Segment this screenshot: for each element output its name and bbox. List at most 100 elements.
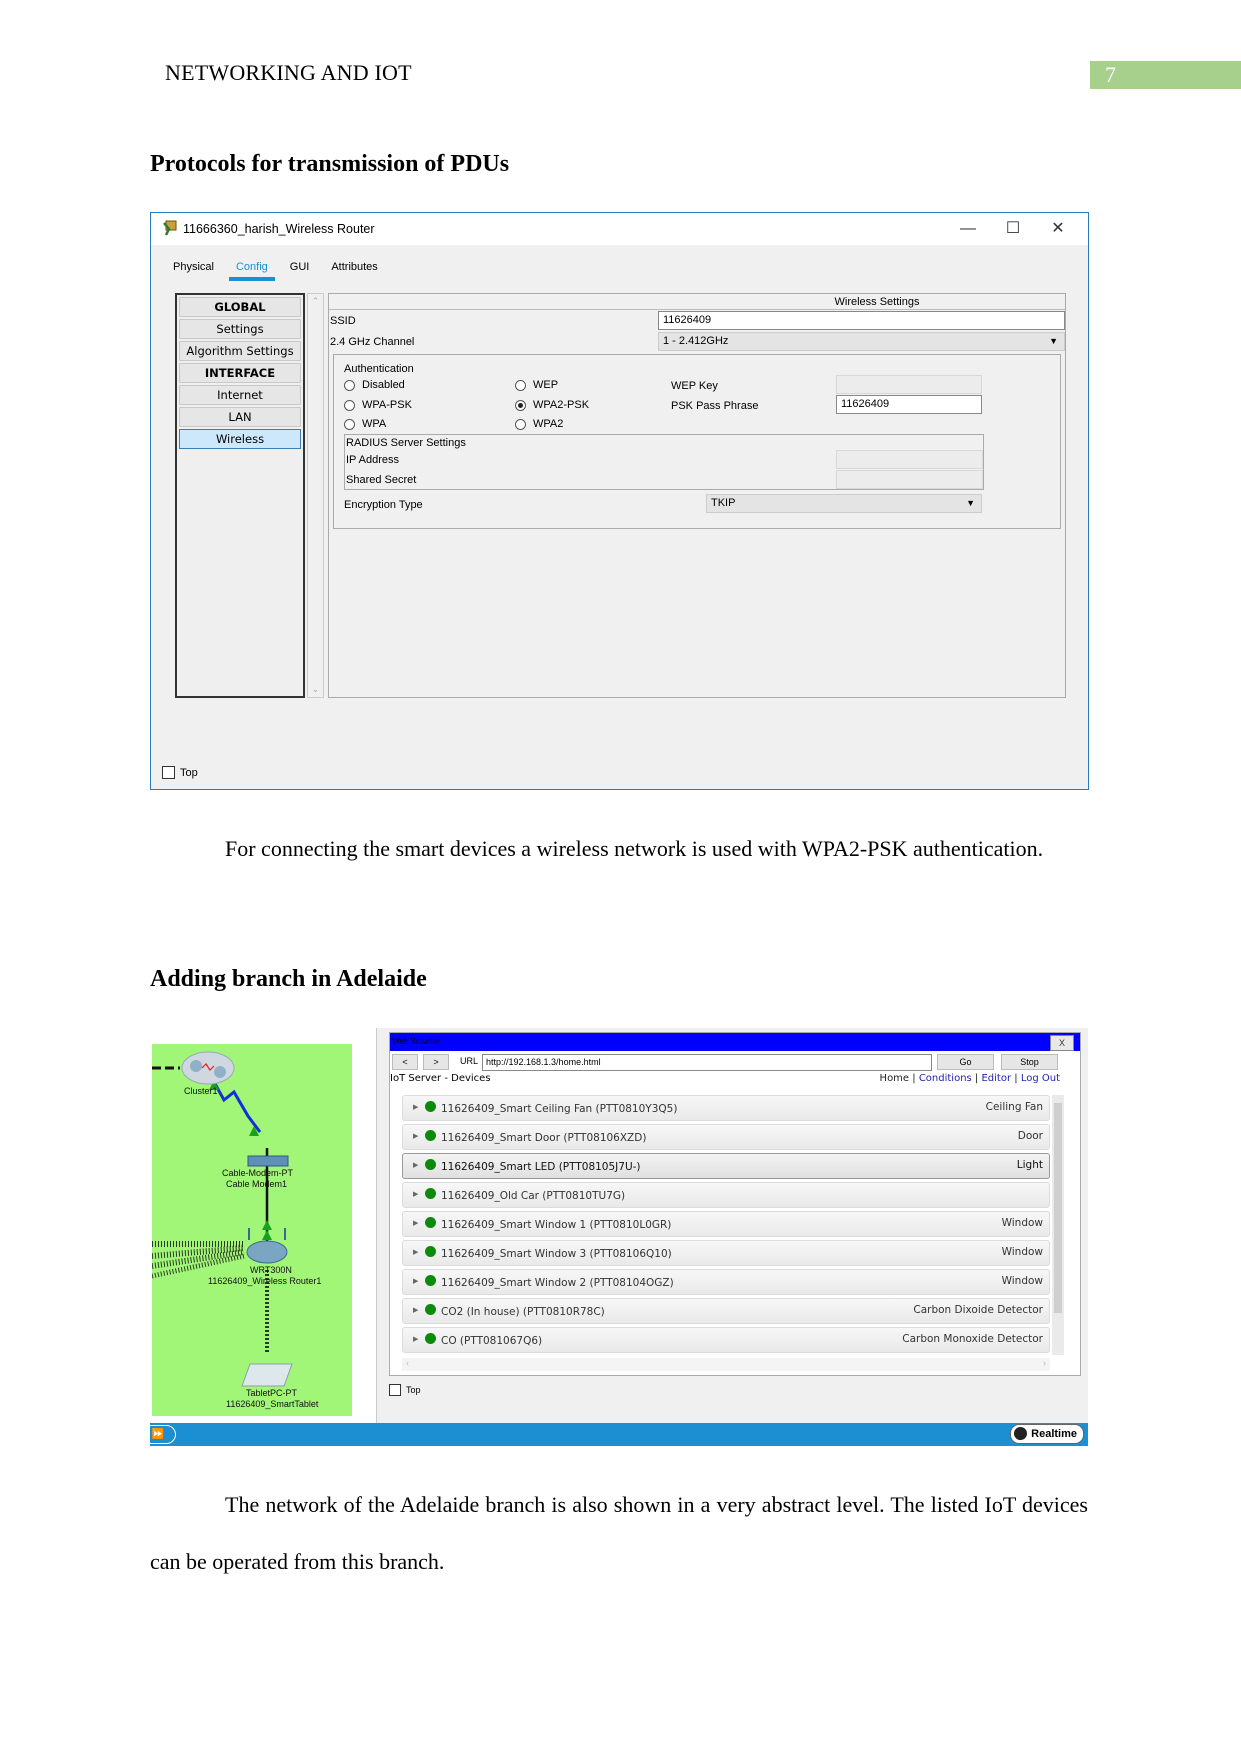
device-name: 11626409_Old Car (PTT0810TU7G)	[441, 1190, 626, 1202]
radio-disabled[interactable]: Disabled	[344, 379, 405, 391]
link-up-icon	[262, 1220, 272, 1230]
tablet-browser-window: Web Browser X < > URL http://192.168.1.3…	[376, 1028, 1088, 1423]
ip-address-input[interactable]	[836, 450, 983, 469]
radio-wpa2[interactable]: WPA2	[515, 418, 563, 430]
expand-arrow-icon[interactable]: ▶	[413, 1190, 418, 1198]
fast-forward-button[interactable]: ⏩	[150, 1425, 176, 1444]
realtime-label: Realtime	[1031, 1428, 1077, 1440]
status-indicator-icon	[425, 1130, 436, 1141]
tablet-sublabel: 11626409_SmartTablet	[226, 1399, 319, 1409]
status-indicator-icon	[425, 1304, 436, 1315]
tab-gui[interactable]: GUI	[279, 253, 321, 281]
device-list-scrollbar[interactable]	[1052, 1095, 1064, 1355]
horizontal-scrollbar[interactable]: ‹ ›	[402, 1358, 1050, 1371]
device-name: 11626409_Smart LED (PTT08105J7U-)	[441, 1161, 641, 1173]
ssid-label: SSID	[330, 315, 356, 327]
forward-button[interactable]: >	[423, 1054, 449, 1070]
realtime-mode-button[interactable]: Realtime	[1010, 1424, 1084, 1444]
nav-item-wireless[interactable]: Wireless	[179, 429, 301, 449]
browser-close-button[interactable]: X	[1050, 1035, 1074, 1051]
router-app-icon	[163, 220, 177, 236]
encryption-type-select[interactable]: TKIP ▼	[706, 494, 982, 513]
device-row[interactable]: ▶ 11626409_Smart LED (PTT08105J7U-) Light	[402, 1153, 1050, 1179]
tab-physical[interactable]: Physical	[162, 253, 225, 281]
nav-editor[interactable]: Editor	[981, 1073, 1011, 1084]
device-type: Carbon Dixoide Detector	[913, 1304, 1043, 1316]
expand-arrow-icon[interactable]: ▶	[413, 1161, 418, 1169]
checkbox-icon[interactable]	[162, 766, 175, 779]
wireless-link	[152, 1253, 245, 1279]
radio-wep[interactable]: WEP	[515, 379, 558, 391]
psk-label: PSK Pass Phrase	[671, 400, 759, 412]
checkbox-icon[interactable]	[389, 1384, 401, 1396]
ssid-input[interactable]: 11626409	[658, 311, 1065, 330]
device-row[interactable]: ▶ 11626409_Smart Window 1 (PTT0810L0GR) Wi…	[402, 1211, 1050, 1237]
wep-key-input[interactable]	[836, 375, 982, 394]
nav-item-lan[interactable]: LAN	[179, 407, 301, 427]
channel-select[interactable]: 1 - 2.412GHz ▼	[658, 332, 1065, 351]
shared-secret-input[interactable]	[836, 470, 983, 489]
radio-label: WPA	[362, 418, 387, 430]
browser-titlebar: Web Browser X	[390, 1033, 1080, 1051]
radio-wpa[interactable]: WPA	[344, 418, 386, 430]
nav-scrollbar[interactable]: ⌃ ⌄	[307, 293, 324, 698]
nav-item-algorithm-settings[interactable]: Algorithm Settings	[179, 341, 301, 361]
nav-home[interactable]: Home	[880, 1073, 910, 1084]
maximize-button[interactable]: ☐	[993, 217, 1033, 241]
scroll-down-icon[interactable]: ⌄	[308, 684, 323, 695]
radius-settings-group: RADIUS Server Settings IP Address Shared…	[344, 434, 984, 490]
radio-wpa2-psk[interactable]: WPA2-PSK	[515, 399, 589, 411]
device-row[interactable]: ▶ 11626409_Smart Window 2 (PTT08104OGZ) Wi…	[402, 1269, 1050, 1295]
device-row[interactable]: ▶ 11626409_Smart Ceiling Fan (PTT0810Y3Q5…	[402, 1095, 1050, 1121]
shared-secret-label: Shared Secret	[346, 474, 417, 486]
device-row[interactable]: ▶ CO (PTT081067Q6) Carbon Monoxide Detecto…	[402, 1327, 1050, 1353]
device-name: 11626409_Smart Window 1 (PTT0810L0GR)	[441, 1219, 672, 1231]
authentication-group: Authentication Disabled WEP WPA-PSK WPA2…	[333, 354, 1061, 529]
close-button[interactable]: ✕	[1038, 217, 1078, 241]
device-row[interactable]: ▶ 11626409_Smart Door (PTT08106XZD) Door	[402, 1124, 1050, 1150]
go-button[interactable]: Go	[937, 1054, 994, 1070]
authentication-label: Authentication	[344, 363, 414, 375]
status-indicator-icon	[425, 1246, 436, 1257]
running-header: NETWORKING AND IOT	[165, 60, 412, 85]
device-row[interactable]: ▶ CO2 (In house) (PTT0810R78C) Carbon Dixo…	[402, 1298, 1050, 1324]
scroll-left-icon[interactable]: ‹	[406, 1358, 409, 1368]
topology-diagram	[152, 1051, 293, 1387]
expand-arrow-icon[interactable]: ▶	[413, 1132, 418, 1140]
back-button[interactable]: <	[392, 1054, 418, 1070]
expand-arrow-icon[interactable]: ▶	[413, 1248, 418, 1256]
cable-modem-icon	[247, 1155, 289, 1167]
url-input[interactable]: http://192.168.1.3/home.html	[482, 1054, 932, 1071]
radio-icon	[344, 399, 355, 411]
stop-button[interactable]: Stop	[1001, 1054, 1058, 1070]
nav-item-internet[interactable]: Internet	[179, 385, 301, 405]
tab-attributes[interactable]: Attributes	[320, 253, 388, 281]
nav-item-settings[interactable]: Settings	[179, 319, 301, 339]
device-name: 11626409_Smart Window 3 (PTT08106Q10)	[441, 1248, 672, 1260]
paragraph-text: For connecting the smart devices a wirel…	[225, 836, 1044, 861]
top-checkbox[interactable]: Top	[162, 766, 198, 779]
config-tab-body: GLOBAL Settings Algorithm Settings INTER…	[162, 281, 1077, 749]
nav-conditions[interactable]: Conditions	[919, 1073, 972, 1084]
expand-arrow-icon[interactable]: ▶	[413, 1103, 418, 1111]
expand-arrow-icon[interactable]: ▶	[413, 1277, 418, 1285]
expand-arrow-icon[interactable]: ▶	[413, 1335, 418, 1343]
expand-arrow-icon[interactable]: ▶	[413, 1219, 418, 1227]
device-row[interactable]: ▶ 11626409_Old Car (PTT0810TU7G)	[402, 1182, 1050, 1208]
serial-link	[212, 1081, 262, 1133]
wep-key-label: WEP Key	[671, 380, 718, 392]
nav-header-global: GLOBAL	[179, 297, 301, 317]
expand-arrow-icon[interactable]: ▶	[413, 1306, 418, 1314]
scroll-right-icon[interactable]: ›	[1043, 1358, 1046, 1368]
radio-wpa-psk[interactable]: WPA-PSK	[344, 399, 412, 411]
nav-logout[interactable]: Log Out	[1021, 1073, 1060, 1084]
psk-pass-phrase-input[interactable]: 11626409	[836, 395, 982, 414]
browser-top-checkbox[interactable]: Top	[389, 1384, 421, 1396]
minimize-button[interactable]: —	[948, 217, 988, 241]
tab-config[interactable]: Config	[225, 253, 279, 281]
radio-icon	[344, 418, 355, 430]
device-row[interactable]: ▶ 11626409_Smart Window 3 (PTT08106Q10) Wi…	[402, 1240, 1050, 1266]
scroll-up-icon[interactable]: ⌃	[308, 296, 323, 307]
paragraph-text: The network of the Adelaide branch is al…	[150, 1492, 1088, 1574]
scrollbar-thumb[interactable]	[1054, 1103, 1062, 1313]
